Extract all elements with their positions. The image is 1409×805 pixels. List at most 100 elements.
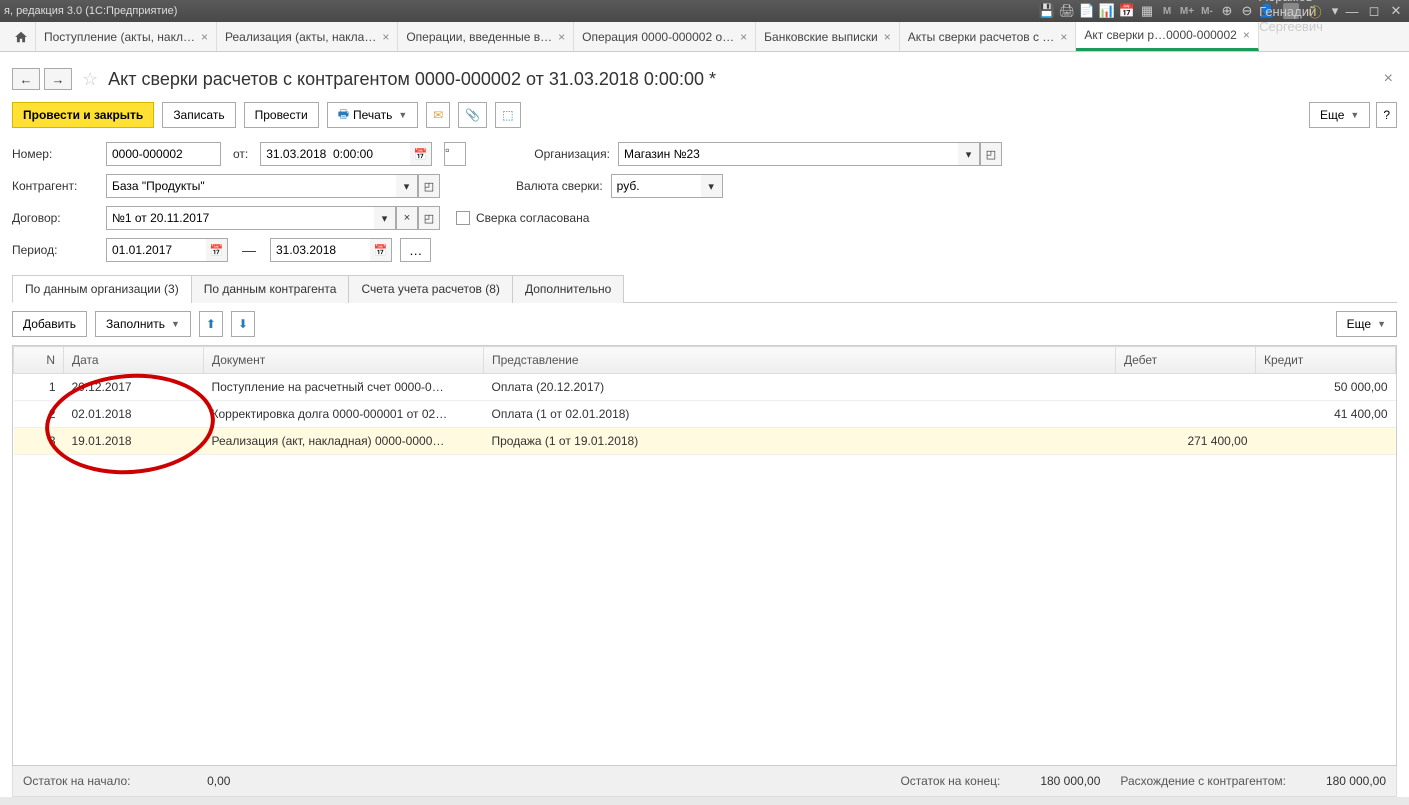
data-grid[interactable]: N Дата Документ Представление Дебет Кред… <box>13 346 1396 455</box>
tab-postuplenie[interactable]: Поступление (акты, накл…× <box>36 22 217 51</box>
open-icon[interactable]: ◰ <box>980 142 1002 166</box>
info-icon[interactable]: ⓘ <box>1307 3 1323 19</box>
close-icon[interactable]: ✕ <box>1387 3 1405 19</box>
calendar-icon[interactable]: 📅 <box>370 238 392 262</box>
user-name[interactable]: Абрамов Геннадий Сергеевич <box>1283 3 1299 19</box>
mail-button[interactable]: ✉ <box>426 102 450 128</box>
currency-input[interactable] <box>611 174 701 198</box>
arrow-down-icon: ⬇ <box>238 317 248 331</box>
end-balance-value: 180 000,00 <box>1020 774 1100 788</box>
tab-operacii[interactable]: Операции, введенные в…× <box>398 22 574 51</box>
tab-close-icon[interactable]: × <box>382 30 389 44</box>
period-to-input[interactable] <box>270 238 370 262</box>
zoom-out-icon[interactable]: ⊖ <box>1239 3 1255 19</box>
print-icon[interactable]: 🖨 <box>1059 3 1075 19</box>
tab-realizaciya[interactable]: Реализация (акты, накла…× <box>217 22 398 51</box>
table-row[interactable]: 202.01.2018Корректировка долга 0000-0000… <box>14 401 1396 428</box>
move-up-button[interactable]: ⬆ <box>199 311 223 337</box>
grid-icon[interactable]: ▦ <box>1139 3 1155 19</box>
date-extra-button[interactable]: ▫ <box>444 142 466 166</box>
post-close-button[interactable]: Провести и закрыть <box>12 102 154 128</box>
page-close-icon[interactable]: × <box>1384 70 1393 88</box>
open-icon[interactable]: ◰ <box>418 206 440 230</box>
col-n[interactable]: N <box>14 347 64 374</box>
col-debit[interactable]: Дебет <box>1116 347 1256 374</box>
attach-button[interactable]: 📎 <box>458 102 487 128</box>
print-button[interactable]: 🖶 Печать ▼ <box>327 102 419 128</box>
table-more-button[interactable]: Еще▼ <box>1336 311 1397 337</box>
m-plus-icon[interactable]: M+ <box>1179 3 1195 19</box>
period-from-input[interactable] <box>106 238 206 262</box>
grid-wrap: N Дата Документ Представление Дебет Кред… <box>12 345 1397 766</box>
open-icon[interactable]: ◰ <box>418 174 440 198</box>
more-button[interactable]: Еще▼ <box>1309 102 1370 128</box>
m-minus-icon[interactable]: M- <box>1199 3 1215 19</box>
tab-close-icon[interactable]: × <box>740 30 747 44</box>
write-button[interactable]: Записать <box>162 102 235 128</box>
col-doc[interactable]: Документ <box>204 347 484 374</box>
home-icon <box>14 30 28 44</box>
tab-akt-sverki[interactable]: Акт сверки р…0000-000002× <box>1076 22 1259 51</box>
save-icon[interactable]: 💾 <box>1039 3 1055 19</box>
titlebar: я, редакция 3.0 (1С:Предприятие) 💾 🖨 📄 📊… <box>0 0 1409 22</box>
subtab-additional[interactable]: Дополнительно <box>512 275 624 303</box>
nav-forward-button[interactable]: → <box>44 68 72 90</box>
tab-close-icon[interactable]: × <box>201 30 208 44</box>
fill-button[interactable]: Заполнить▼ <box>95 311 191 337</box>
table-row[interactable]: 120.12.2017Поступление на расчетный счет… <box>14 374 1396 401</box>
agreed-label: Сверка согласована <box>476 211 589 225</box>
col-date[interactable]: Дата <box>64 347 204 374</box>
period-select-button[interactable]: … <box>400 238 431 262</box>
add-button[interactable]: Добавить <box>12 311 87 337</box>
number-input[interactable] <box>106 142 221 166</box>
contract-label: Договор: <box>12 211 98 225</box>
col-repr[interactable]: Представление <box>484 347 1116 374</box>
subtab-org-data[interactable]: По данным организации (3) <box>12 275 192 303</box>
chevron-down-icon[interactable]: ▾ <box>701 174 723 198</box>
star-icon[interactable]: ☆ <box>82 69 98 90</box>
col-credit[interactable]: Кредит <box>1256 347 1396 374</box>
subtab-counterparty-data[interactable]: По данным контрагента <box>191 275 350 303</box>
window-controls: — ◻ ✕ <box>1343 3 1405 19</box>
clear-icon[interactable]: × <box>396 206 418 230</box>
tab-close-icon[interactable]: × <box>884 30 891 44</box>
table-toolbar: Добавить Заполнить▼ ⬆ ⬇ Еще▼ <box>12 303 1397 345</box>
chevron-down-icon[interactable]: ▾ <box>374 206 396 230</box>
calendar-icon[interactable]: 📅 <box>1119 3 1135 19</box>
structure-button[interactable]: ⬚ <box>495 102 520 128</box>
nav-back-button[interactable]: ← <box>12 68 40 90</box>
footer: Остаток на начало: 0,00 Остаток на конец… <box>12 766 1397 797</box>
dd-icon[interactable]: ▾ <box>1327 3 1343 19</box>
agreed-checkbox[interactable] <box>456 211 470 225</box>
calendar-icon[interactable]: 📅 <box>410 142 432 166</box>
contract-input[interactable] <box>106 206 374 230</box>
m-icon[interactable]: M <box>1159 3 1175 19</box>
tab-operaciya[interactable]: Операция 0000-000002 о…× <box>574 22 756 51</box>
end-balance-label: Остаток на конец: <box>900 774 1000 788</box>
calendar-icon[interactable]: 📅 <box>206 238 228 262</box>
chevron-down-icon: ▼ <box>1350 110 1359 120</box>
maximize-icon[interactable]: ◻ <box>1365 3 1383 19</box>
counterparty-input[interactable] <box>106 174 396 198</box>
minimize-icon[interactable]: — <box>1343 3 1361 19</box>
move-down-button[interactable]: ⬇ <box>231 311 255 337</box>
subtab-accounts[interactable]: Счета учета расчетов (8) <box>348 275 512 303</box>
chevron-down-icon: ▼ <box>1377 319 1386 329</box>
tab-close-icon[interactable]: × <box>558 30 565 44</box>
tab-close-icon[interactable]: × <box>1243 28 1250 42</box>
chevron-down-icon[interactable]: ▾ <box>396 174 418 198</box>
tab-akty[interactable]: Акты сверки расчетов с …× <box>900 22 1077 51</box>
chevron-down-icon[interactable]: ▾ <box>958 142 980 166</box>
post-button[interactable]: Провести <box>244 102 319 128</box>
tab-close-icon[interactable]: × <box>1060 30 1067 44</box>
org-input[interactable] <box>618 142 958 166</box>
date-input[interactable] <box>260 142 410 166</box>
calc-icon[interactable]: 📊 <box>1099 3 1115 19</box>
zoom-in-icon[interactable]: ⊕ <box>1219 3 1235 19</box>
table-row[interactable]: 319.01.2018Реализация (акт, накладная) 0… <box>14 428 1396 455</box>
grid-empty-area[interactable] <box>13 455 1396 765</box>
doc-icon[interactable]: 📄 <box>1079 3 1095 19</box>
help-button[interactable]: ? <box>1376 102 1397 128</box>
home-tab[interactable] <box>6 22 36 51</box>
tab-bank[interactable]: Банковские выписки× <box>756 22 900 51</box>
